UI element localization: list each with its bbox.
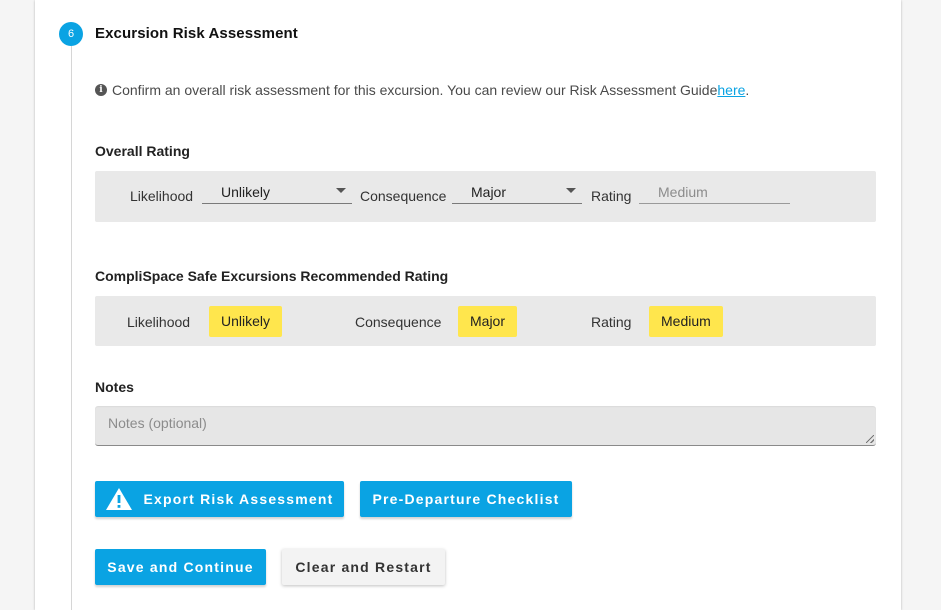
resize-handle-icon[interactable] (866, 435, 874, 443)
notes-textarea[interactable]: Notes (optional) (95, 406, 876, 446)
step-number-badge: 6 (59, 22, 83, 46)
risk-guide-link[interactable]: here (717, 82, 745, 98)
info-text: Confirm an overall risk assessment for t… (112, 82, 718, 98)
likelihood-select-value: Unlikely (221, 184, 271, 200)
export-button-label: Export Risk Assessment (143, 491, 334, 507)
save-and-continue-button[interactable]: Save and Continue (95, 549, 266, 585)
recommended-rating-heading: CompliSpace Safe Excursions Recommended … (95, 268, 449, 284)
notes-placeholder: Notes (optional) (108, 415, 207, 431)
clear-button-label: Clear and Restart (295, 559, 432, 575)
rating-field: Medium (639, 176, 790, 204)
step-connector-line (71, 46, 72, 610)
info-icon: i (95, 84, 107, 96)
recommended-rating-badge: Medium (649, 306, 723, 337)
recommended-rating-label: Rating (591, 314, 632, 330)
warning-icon (105, 487, 133, 511)
likelihood-select[interactable]: Unlikely (202, 176, 352, 204)
overall-rating-heading: Overall Rating (95, 143, 190, 159)
save-button-label: Save and Continue (107, 559, 254, 575)
info-message: i Confirm an overall risk assessment for… (95, 82, 749, 98)
recommended-likelihood-label: Likelihood (127, 314, 191, 330)
chevron-down-icon (566, 188, 576, 193)
checklist-button-label: Pre-Departure Checklist (372, 491, 560, 507)
section-title: Excursion Risk Assessment (95, 25, 298, 42)
info-suffix: . (745, 82, 750, 98)
likelihood-label: Likelihood (130, 188, 194, 204)
recommended-consequence-label: Consequence (355, 314, 442, 330)
notes-heading: Notes (95, 379, 134, 395)
recommended-consequence-badge: Major (458, 306, 518, 337)
consequence-select[interactable]: Major (452, 176, 582, 204)
chevron-down-icon (336, 188, 346, 193)
export-risk-assessment-button[interactable]: Export Risk Assessment (95, 481, 344, 517)
recommended-rating-panel: Likelihood Unlikely Consequence Major Ra… (95, 296, 876, 346)
overall-rating-panel: Likelihood Unlikely Consequence Major Ra… (95, 171, 876, 222)
clear-and-restart-button[interactable]: Clear and Restart (282, 549, 445, 585)
recommended-likelihood-badge: Unlikely (209, 306, 283, 337)
rating-label: Rating (591, 188, 632, 204)
consequence-select-value: Major (471, 184, 507, 200)
pre-departure-checklist-button[interactable]: Pre-Departure Checklist (360, 481, 572, 517)
consequence-label: Consequence (360, 188, 447, 204)
rating-field-value: Medium (658, 184, 708, 200)
